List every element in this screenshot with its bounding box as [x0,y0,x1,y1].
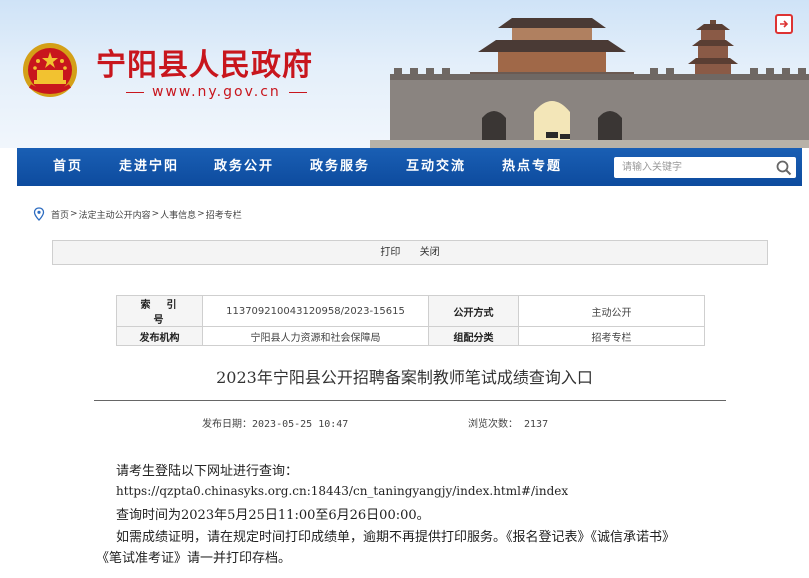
site-header: 宁阳县人民政府 www.ny.gov.cn [0,0,809,148]
exit-arrow-icon [780,20,789,28]
breadcrumb-item-recruitment-column[interactable]: 招考专栏 [206,208,242,221]
open-mode-value: 主动公开 [518,295,705,327]
nav-item-government-affairs-disclosure[interactable]: 政务公开 [214,148,274,186]
table-row: 索引号 113709210043120958/2023-15615 公开方式 主… [116,295,705,327]
national-emblem-icon [23,43,77,97]
search-box [614,157,796,178]
article-toolbar: 打印 关闭 [52,240,768,265]
search-icon[interactable] [775,159,793,177]
nav-item-government-services[interactable]: 政务服务 [310,148,370,186]
nav-item-interaction[interactable]: 互动交流 [406,148,466,186]
nav-item-home[interactable]: 首页 [53,148,83,186]
breadcrumb-item-home[interactable]: 首页 [51,208,69,221]
open-mode-label: 公开方式 [428,295,519,327]
site-url: www.ny.gov.cn [118,84,315,100]
article-paragraph: 查询时间为2023年5月25日11:00至6月26日00:00。 [116,508,430,523]
index-label: 索引号 [116,295,203,327]
category-value: 招考专栏 [518,326,705,346]
breadcrumb-item-statutory-disclosure[interactable]: 法定主动公开内容 [79,208,151,221]
breadcrumb-separator: > [151,209,160,219]
table-row: 发布机构 宁阳县人力资源和社会保障局 组配分类 招考专栏 [116,326,705,346]
accessibility-toggle-button[interactable] [775,14,793,34]
breadcrumb-separator: > [70,209,78,219]
nav-item-about-ningyang[interactable]: 走进宁阳 [119,148,179,186]
index-value: 113709210043120958/2023-15615 [202,295,429,327]
article-paragraph: 请考生登陆以下网址进行查询： [116,464,299,479]
close-button[interactable]: 关闭 [420,247,440,258]
title-divider [94,400,726,401]
main-navigation: 首页 走进宁阳 政务公开 政务服务 互动交流 热点专题 [17,148,802,186]
category-label: 组配分类 [428,326,519,346]
site-title: 宁阳县人民政府 [96,48,313,83]
article-paragraph: 《笔试准考证》请一并打印存档。 [96,551,292,566]
breadcrumb-separator: > [197,209,205,219]
view-count: 浏览次数： 2137 [468,419,549,430]
breadcrumb: 首页 > 法定主动公开内容 > 人事信息 > 招考专栏 [33,206,242,222]
search-input[interactable] [614,157,769,178]
publisher-label: 发布机构 [116,326,203,346]
publish-date: 发布日期：2023-05-25 10:47 [202,419,349,430]
nav-item-hot-topics[interactable]: 热点专题 [502,148,562,186]
query-link[interactable]: https://qzpta0.chinasyks.org.cn:18443/cn… [116,484,568,498]
article-paragraph: 如需成绩证明，请在规定时间打印成绩单，逾期不再提供打印服务。《报名登记表》《诚信… [116,530,676,545]
print-button[interactable]: 打印 [380,247,400,258]
city-gate-skyline-illustration [370,18,809,148]
location-pin-icon [33,207,45,221]
article-title: 2023年宁阳县公开招聘备案制教师笔试成绩查询入口 [216,368,593,387]
publisher-value: 宁阳县人力资源和社会保障局 [202,326,429,346]
breadcrumb-item-personnel-info[interactable]: 人事信息 [160,208,196,221]
document-meta-table: 索引号 113709210043120958/2023-15615 公开方式 主… [116,295,705,346]
